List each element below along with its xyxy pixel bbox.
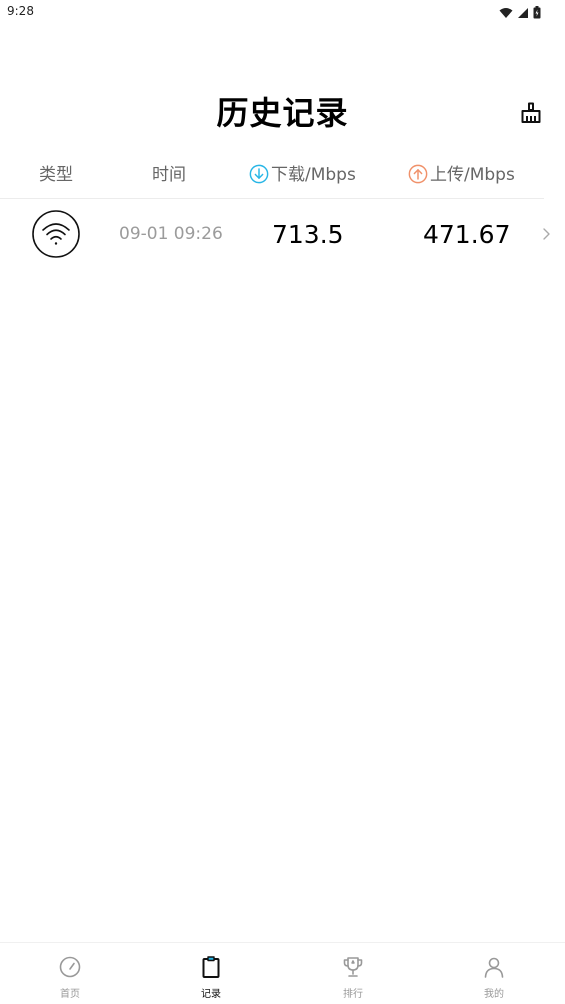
status-time: 9:28 bbox=[7, 4, 34, 18]
column-header-type: 类型 bbox=[39, 165, 73, 185]
wifi-signal-icon bbox=[499, 4, 513, 23]
column-header-download: 下载/Mbps bbox=[249, 160, 356, 185]
status-bar: 9:28 bbox=[0, 0, 565, 24]
wifi-icon bbox=[32, 210, 80, 258]
battery-icon bbox=[533, 4, 541, 23]
nav-item-ranking[interactable]: 排行 bbox=[323, 955, 383, 1000]
nav-label-records: 记录 bbox=[201, 989, 221, 1000]
column-headers: 类型 时间 下载/Mbps 上传/Mbps bbox=[0, 150, 544, 199]
trophy-icon bbox=[341, 955, 365, 983]
cell-signal-icon bbox=[517, 4, 529, 23]
record-download-value: 713.5 bbox=[272, 220, 344, 249]
status-icons bbox=[499, 4, 541, 23]
upload-arrow-icon bbox=[408, 163, 428, 183]
nav-label-ranking: 排行 bbox=[343, 989, 363, 1000]
page-title: 历史记录 bbox=[216, 94, 349, 132]
column-header-upload: 上传/Mbps bbox=[408, 160, 515, 185]
history-screen: 9:28 历史记录 类型 时间 下载/Mbps 上传/Mbps 09-01 09… bbox=[0, 0, 565, 1004]
record-upload-value: 471.67 bbox=[423, 220, 511, 249]
bottom-nav: 首页 记录 排行 我的 bbox=[0, 942, 565, 1004]
history-record-row[interactable]: 09-01 09:26 713.5 471.67 bbox=[0, 200, 565, 272]
nav-label-home: 首页 bbox=[60, 989, 80, 1000]
record-time: 09-01 09:26 bbox=[119, 224, 223, 244]
nav-item-mine[interactable]: 我的 bbox=[464, 955, 524, 1000]
clear-history-button[interactable] bbox=[518, 102, 544, 128]
person-icon bbox=[482, 955, 506, 983]
column-header-upload-label: 上传/Mbps bbox=[430, 165, 515, 185]
chevron-right-icon bbox=[540, 226, 552, 242]
nav-item-home[interactable]: 首页 bbox=[40, 955, 100, 1000]
speedometer-icon bbox=[58, 955, 82, 983]
clipboard-icon bbox=[199, 955, 223, 983]
nav-label-mine: 我的 bbox=[484, 989, 504, 1000]
column-header-download-label: 下载/Mbps bbox=[271, 165, 356, 185]
nav-item-records[interactable]: 记录 bbox=[181, 955, 241, 1000]
download-arrow-icon bbox=[249, 163, 269, 183]
broom-icon bbox=[519, 101, 543, 129]
column-header-time: 时间 bbox=[152, 165, 186, 185]
